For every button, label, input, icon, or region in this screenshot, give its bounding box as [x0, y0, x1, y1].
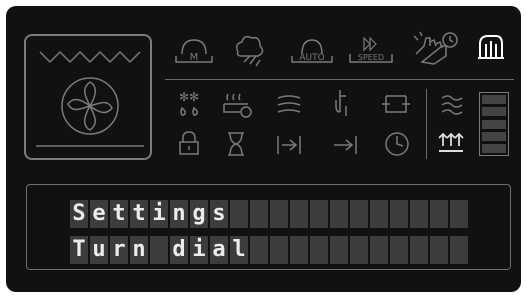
svg-text:SPEED: SPEED	[358, 53, 384, 62]
bottom-heat-icon[interactable]	[436, 130, 466, 162]
manual-mode-icon[interactable]: M	[172, 34, 216, 72]
display-cell	[310, 236, 328, 264]
display-cell: i	[190, 236, 208, 264]
display-cell	[350, 200, 368, 228]
display-cell: d	[170, 236, 188, 264]
display-line-2: Turn dial	[70, 236, 468, 264]
steam-icon[interactable]	[274, 92, 304, 122]
display-cell	[430, 200, 448, 228]
display-cell: n	[130, 236, 148, 264]
display-cell	[270, 236, 288, 264]
display-cell	[350, 236, 368, 264]
display-cell	[310, 200, 328, 228]
display-cell: s	[210, 200, 228, 228]
display-cell	[290, 200, 308, 228]
display-cell: l	[230, 236, 248, 264]
display-cell: t	[130, 200, 148, 228]
duration-icon[interactable]	[380, 90, 412, 122]
separator	[165, 79, 514, 80]
keep-warm-icon[interactable]	[220, 90, 254, 122]
child-lock-hand-icon[interactable]	[474, 30, 508, 68]
display-cell	[390, 236, 408, 264]
hourglass-icon[interactable]	[224, 130, 248, 162]
hand-timer-icon[interactable]	[410, 28, 460, 72]
speed-mode-icon[interactable]: SPEED	[346, 32, 396, 70]
heat-icon[interactable]	[438, 92, 466, 122]
clock-icon[interactable]	[382, 130, 412, 162]
display-cell	[370, 236, 388, 264]
display-cell	[390, 200, 408, 228]
display-cell: r	[110, 236, 128, 264]
display-cell: S	[70, 200, 88, 228]
defrost-icon[interactable]	[228, 30, 268, 74]
defrost-drop-icon[interactable]: ✻✻	[174, 90, 204, 122]
lock-icon[interactable]	[174, 130, 204, 162]
display-cell	[150, 236, 168, 264]
display-cell: e	[90, 200, 108, 228]
display-cell	[410, 200, 428, 228]
display-cell: n	[170, 200, 188, 228]
display-cell	[330, 200, 348, 228]
display-cell	[230, 200, 248, 228]
display-cell	[330, 236, 348, 264]
display-cell: g	[190, 200, 208, 228]
level-indicator	[479, 92, 509, 156]
display-cell: u	[90, 236, 108, 264]
display-cell	[450, 200, 468, 228]
start-time-icon[interactable]	[274, 132, 304, 162]
probe-icon[interactable]	[330, 88, 354, 122]
display-line-1: Settings	[70, 200, 468, 228]
display-cell: i	[150, 200, 168, 228]
svg-text:M: M	[190, 52, 199, 63]
auto-mode-icon[interactable]: AUTO	[288, 34, 336, 72]
svg-text:✻✻: ✻✻	[179, 90, 199, 104]
end-time-icon[interactable]	[330, 132, 360, 162]
display-cell	[250, 200, 268, 228]
display-cell: t	[110, 200, 128, 228]
oven-fan-indicator	[24, 34, 152, 160]
display-cell: a	[210, 236, 228, 264]
display-cell	[450, 236, 468, 264]
display-cell	[430, 236, 448, 264]
display-cell	[410, 236, 428, 264]
display-cell	[270, 200, 288, 228]
display-cell	[250, 236, 268, 264]
separator	[426, 89, 427, 159]
display-cell	[370, 200, 388, 228]
display-cell: T	[70, 236, 88, 264]
svg-text:AUTO: AUTO	[299, 53, 324, 63]
display-cell	[290, 236, 308, 264]
